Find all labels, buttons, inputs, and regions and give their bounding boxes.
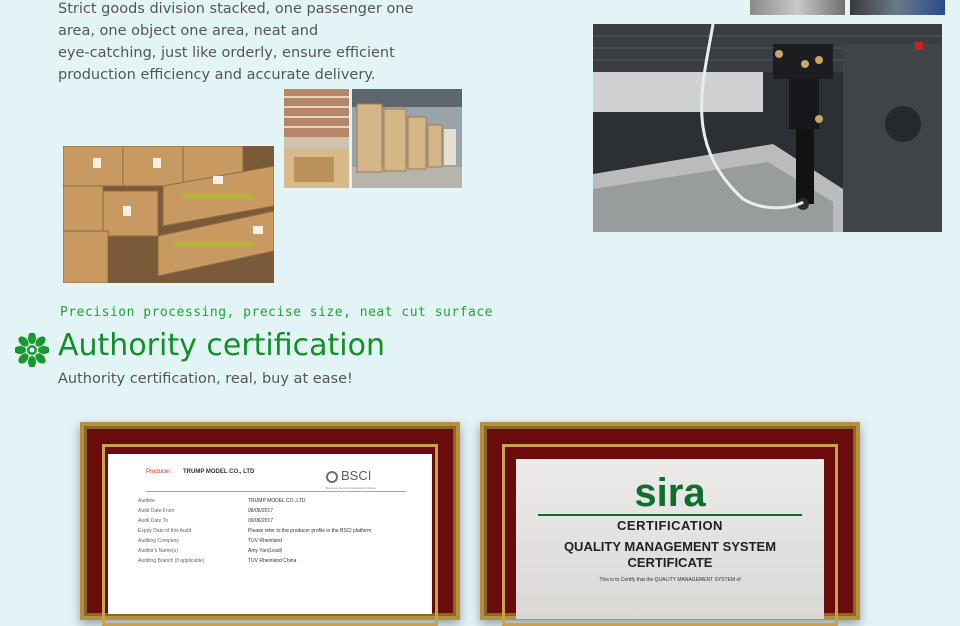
table-row-label: Auditing Branch (if applicable) (138, 558, 205, 564)
table-row-label: Audit Date From (138, 508, 175, 514)
warehouse-photo (352, 89, 462, 188)
sira-certification-word: CERTIFICATION (617, 518, 723, 533)
table-row-value: 08/06/2017 (248, 508, 274, 514)
top-thumbnail-photo (750, 0, 845, 15)
globe-icon (326, 471, 338, 483)
table-row-label: Auditee (138, 498, 155, 504)
intro-line: Strict goods division stacked, one passe… (58, 1, 414, 17)
precision-caption: Precision processing, precise size, neat… (60, 305, 493, 320)
certificate-frame-sira: sira CERTIFICATION QUALITY MANAGEMENT SY… (480, 422, 860, 626)
table-row-value: Please refer to the producer profile in … (248, 528, 372, 534)
top-thumbnail-photo (850, 0, 945, 15)
audit-table: Auditee TRUMP MODEL CO.,LTD Audit Date F… (108, 498, 432, 588)
table-row-value: TUV Rheinland (248, 538, 282, 544)
logo-divider (538, 514, 802, 516)
laser-cutter-photo (593, 24, 942, 232)
section-title: Authority certification (58, 328, 386, 363)
header-divider (146, 491, 406, 492)
producer-label: Producer : (146, 469, 174, 475)
table-row-value: TRUMP MODEL CO.,LTD (248, 498, 306, 504)
stacked-boards-photo (284, 89, 349, 188)
table-row-label: Auditor's Name(s) (138, 548, 178, 554)
certificate-heading: QUALITY MANAGEMENT SYSTEM (563, 539, 777, 554)
carton-boxes-photo (63, 146, 274, 283)
table-row-label: Expiry Date of this Audit (138, 528, 192, 534)
bsci-logo-text: BSCI (341, 468, 372, 483)
certificate-frame-bsci: Producer : TRUMP MODEL CO., LTD BSCI Bus… (80, 422, 460, 626)
bsci-document: Producer : TRUMP MODEL CO., LTD BSCI Bus… (108, 454, 432, 614)
bsci-tagline: Business Social Compliance Initiative (326, 486, 376, 490)
table-row-value: TUV Rheinland China (248, 558, 297, 564)
certificate-subheading: CERTIFICATE (627, 555, 713, 570)
sira-certificate: sira CERTIFICATION QUALITY MANAGEMENT SY… (516, 459, 824, 619)
intro-line: eye-catching, just like orderly, ensure … (58, 45, 395, 61)
intro-paragraph: Strict goods division stacked, one passe… (58, 0, 438, 86)
table-row-value: Amy Yan(Lead) (248, 548, 283, 554)
table-row-label: Auditing Company (138, 538, 179, 544)
table-row-value: 09/06/2017 (248, 518, 274, 524)
producer-name: TRUMP MODEL CO., LTD (183, 469, 255, 475)
bsci-logo: BSCI Business Social Compliance Initiati… (326, 468, 406, 490)
certificate-statement: This is to Certify that the QUALITY MANA… (599, 577, 741, 583)
table-row-label: Audit Date To (138, 518, 168, 524)
sira-logo: sira (634, 471, 706, 515)
intro-line: area, one object one area, neat and (58, 23, 319, 39)
intro-line: production efficiency and accurate deliv… (58, 67, 376, 83)
green-flower-icon (14, 332, 50, 371)
section-subtitle: Authority certification, real, buy at ea… (58, 371, 353, 387)
